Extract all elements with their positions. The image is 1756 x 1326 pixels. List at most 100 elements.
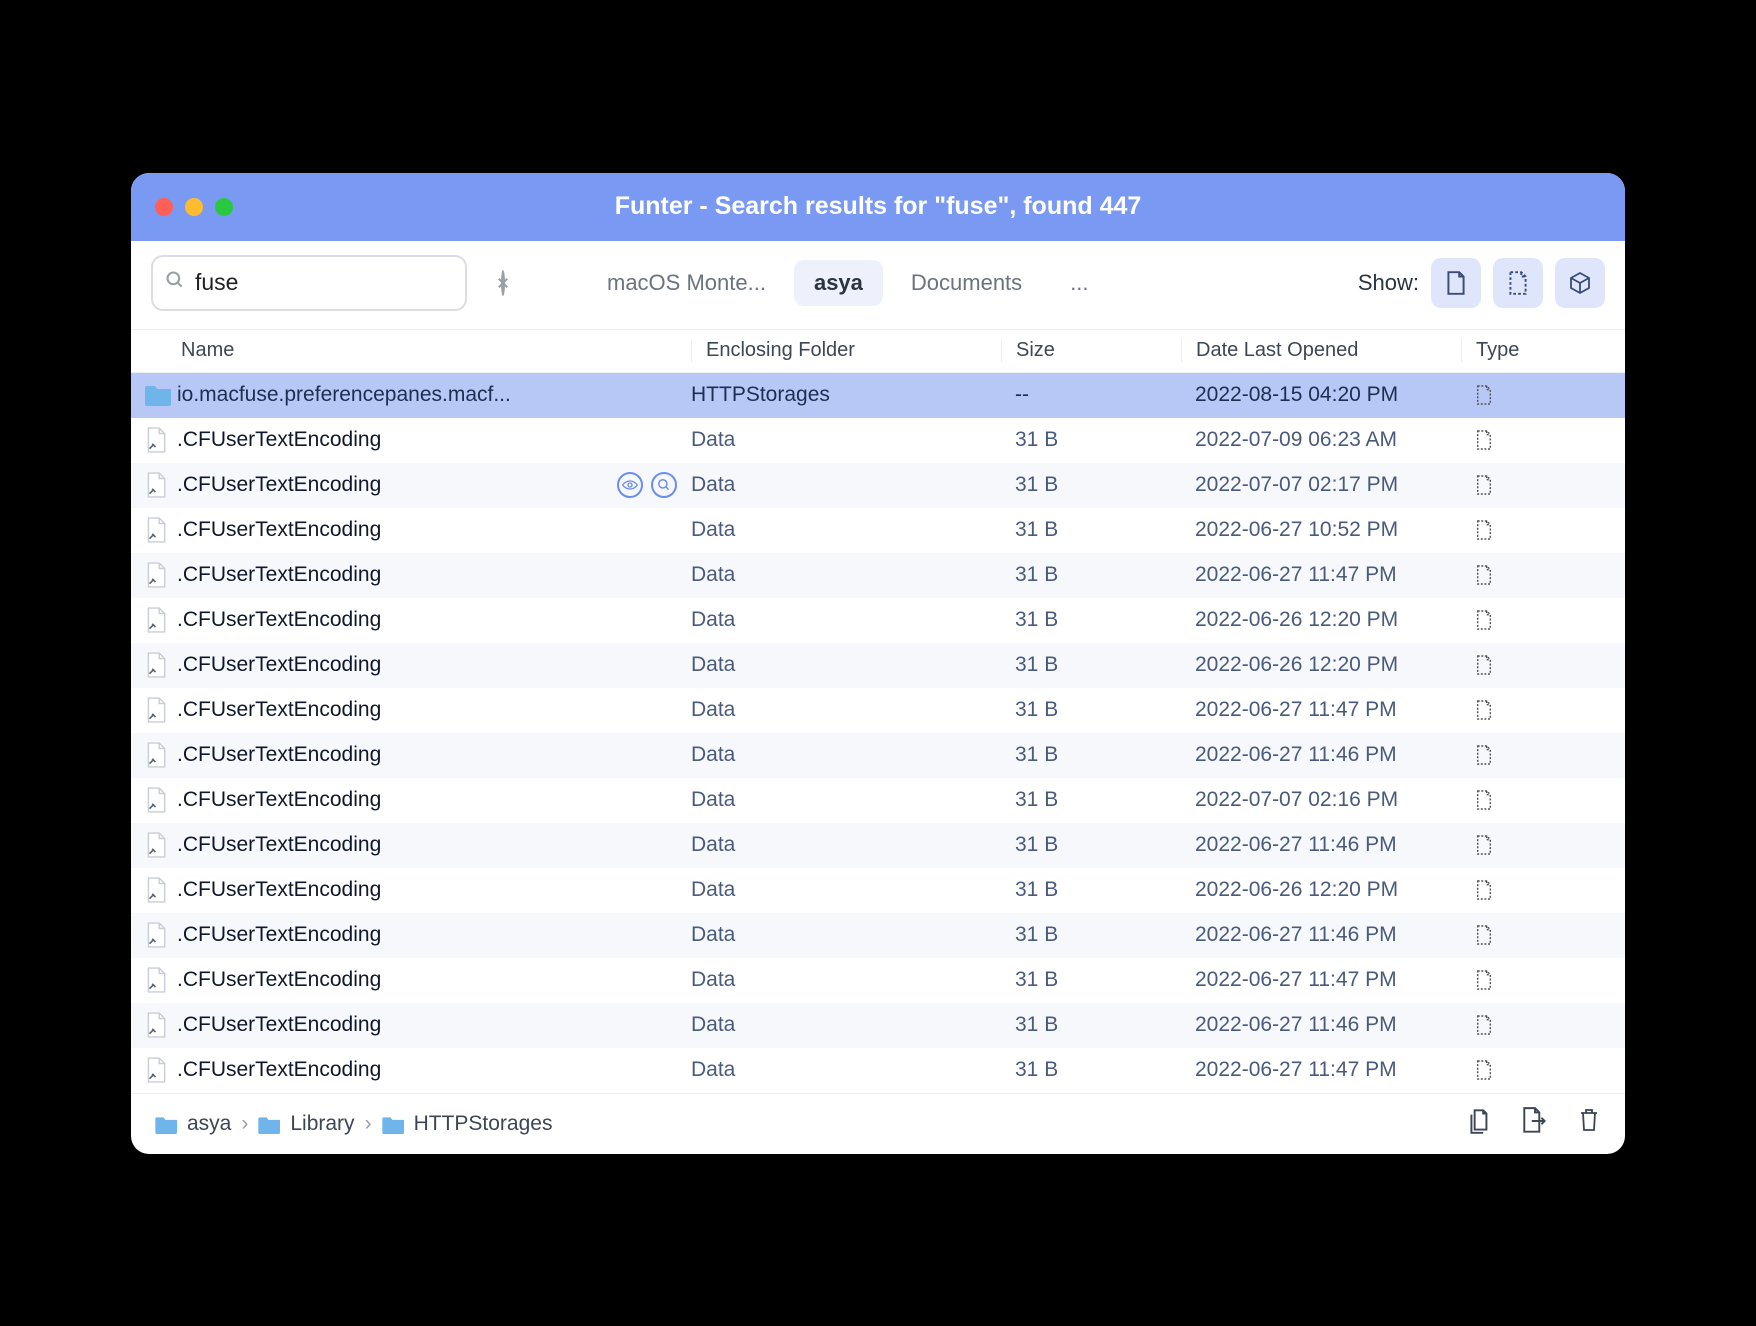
cell-date: 2022-06-27 11:46 PM [1195,1013,1475,1037]
table-header: Name Enclosing Folder Size Date Last Ope… [131,329,1625,373]
cell-date: 2022-07-07 02:16 PM [1195,788,1475,812]
cell-type [1475,384,1535,406]
cell-folder: Data [691,1013,1015,1037]
file-icon [145,607,167,633]
show-label: Show: [1358,270,1419,296]
file-icon [145,427,167,453]
cell-date: 2022-06-26 12:20 PM [1195,878,1475,902]
table-row[interactable]: io.macfuse.preferencepanes.macf...HTTPSt… [131,373,1625,418]
trash-button[interactable] [1577,1106,1601,1142]
file-icon [145,922,167,948]
cell-date: 2022-06-26 12:20 PM [1195,653,1475,677]
scope-tab[interactable]: ... [1050,260,1108,306]
table-row[interactable]: .CFUserTextEncodingData31 B2022-06-27 11… [131,733,1625,778]
path-actions [1467,1106,1601,1142]
cell-size: 31 B [1015,968,1195,992]
scope-tab[interactable]: asya [794,260,883,306]
cell-date: 2022-06-27 11:47 PM [1195,968,1475,992]
cell-size: 31 B [1015,833,1195,857]
table-row[interactable]: .CFUserTextEncodingData31 B2022-06-27 10… [131,508,1625,553]
cell-folder: Data [691,473,1015,497]
column-header-type[interactable]: Type [1461,339,1551,362]
table-row[interactable]: .CFUserTextEncodingData31 B2022-06-26 12… [131,643,1625,688]
cell-type [1475,564,1535,586]
cell-folder: Data [691,743,1015,767]
file-name: .CFUserTextEncoding [177,1058,381,1082]
cell-folder: Data [691,428,1015,452]
clear-icon[interactable] [501,270,505,296]
column-header-date[interactable]: Date Last Opened [1181,339,1461,362]
cell-date: 2022-06-27 11:47 PM [1195,1058,1475,1082]
cell-size: 31 B [1015,698,1195,722]
cell-type [1475,429,1535,451]
minimize-button[interactable] [185,198,203,216]
file-icon [145,832,167,858]
breadcrumb: asya › Library › HTTPStorages [155,1112,552,1136]
maximize-button[interactable] [215,198,233,216]
cell-folder: Data [691,1058,1015,1082]
quicklook-button[interactable] [617,472,643,498]
file-name: .CFUserTextEncoding [177,923,381,947]
column-header-size[interactable]: Size [1001,339,1181,362]
table-row[interactable]: .CFUserTextEncodingData31 B2022-07-09 06… [131,418,1625,463]
filter-hidden-button[interactable] [1493,258,1543,308]
cell-type [1475,519,1535,541]
file-name: .CFUserTextEncoding [177,608,381,632]
table-row[interactable]: .CFUserTextEncodingData31 B2022-06-27 11… [131,958,1625,1003]
table-row[interactable]: .CFUserTextEncodingData31 B2022-06-26 12… [131,598,1625,643]
path-bar: asya › Library › HTTPStorages [131,1093,1625,1154]
scope-tab[interactable]: Documents [891,260,1042,306]
file-icon [145,1057,167,1083]
cell-type [1475,879,1535,901]
cell-type [1475,474,1535,496]
close-button[interactable] [155,198,173,216]
file-icon [145,562,167,588]
cell-folder: Data [691,833,1015,857]
file-name: .CFUserTextEncoding [177,833,381,857]
cell-folder: Data [691,788,1015,812]
file-name: .CFUserTextEncoding [177,788,381,812]
filter-packages-button[interactable] [1555,258,1605,308]
search-input[interactable] [195,269,491,296]
cell-size: 31 B [1015,878,1195,902]
cell-type [1475,1014,1535,1036]
chevron-right-icon: › [241,1112,248,1136]
scope-tab[interactable]: macOS Monte... [587,260,786,306]
path-segment[interactable]: asya [155,1112,231,1136]
table-row[interactable]: .CFUserTextEncodingData31 B2022-07-07 02… [131,778,1625,823]
move-button[interactable] [1521,1106,1549,1142]
cell-folder: Data [691,653,1015,677]
path-segment[interactable]: HTTPStorages [382,1112,553,1136]
chevron-right-icon: › [365,1112,372,1136]
file-icon [145,697,167,723]
cell-type [1475,609,1535,631]
reveal-button[interactable] [651,472,677,498]
search-field[interactable] [151,255,467,311]
file-name: .CFUserTextEncoding [177,698,381,722]
cell-type [1475,969,1535,991]
toolbar: macOS Monte...asyaDocuments... Show: [131,241,1625,329]
table-row[interactable]: .CFUserTextEncodingData31 B2022-06-26 12… [131,868,1625,913]
table-row[interactable]: .CFUserTextEncodingData31 B2022-06-27 11… [131,1003,1625,1048]
copy-button[interactable] [1467,1106,1493,1142]
cell-folder: Data [691,518,1015,542]
file-icon [145,652,167,678]
cell-type [1475,1059,1535,1081]
cell-size: -- [1015,383,1195,407]
cell-date: 2022-06-26 12:20 PM [1195,608,1475,632]
table-row[interactable]: .CFUserTextEncodingData31 B2022-06-27 11… [131,913,1625,958]
path-segment[interactable]: Library [258,1112,354,1136]
cell-type [1475,699,1535,721]
table-row[interactable]: .CFUserTextEncodingData31 B2022-06-27 11… [131,688,1625,733]
table-row[interactable]: .CFUserTextEncodingData31 B2022-06-27 11… [131,1048,1625,1093]
table-row[interactable]: .CFUserTextEncodingData31 B2022-06-27 11… [131,553,1625,598]
table-row[interactable]: .CFUserTextEncodingData31 B2022-07-07 02… [131,463,1625,508]
column-header-name[interactable]: Name [181,339,691,362]
cell-type [1475,744,1535,766]
cell-folder: HTTPStorages [691,383,1015,407]
filter-visible-button[interactable] [1431,258,1481,308]
cell-date: 2022-06-27 11:47 PM [1195,563,1475,587]
column-header-folder[interactable]: Enclosing Folder [691,339,1001,362]
cell-date: 2022-07-09 06:23 AM [1195,428,1475,452]
table-row[interactable]: .CFUserTextEncodingData31 B2022-06-27 11… [131,823,1625,868]
